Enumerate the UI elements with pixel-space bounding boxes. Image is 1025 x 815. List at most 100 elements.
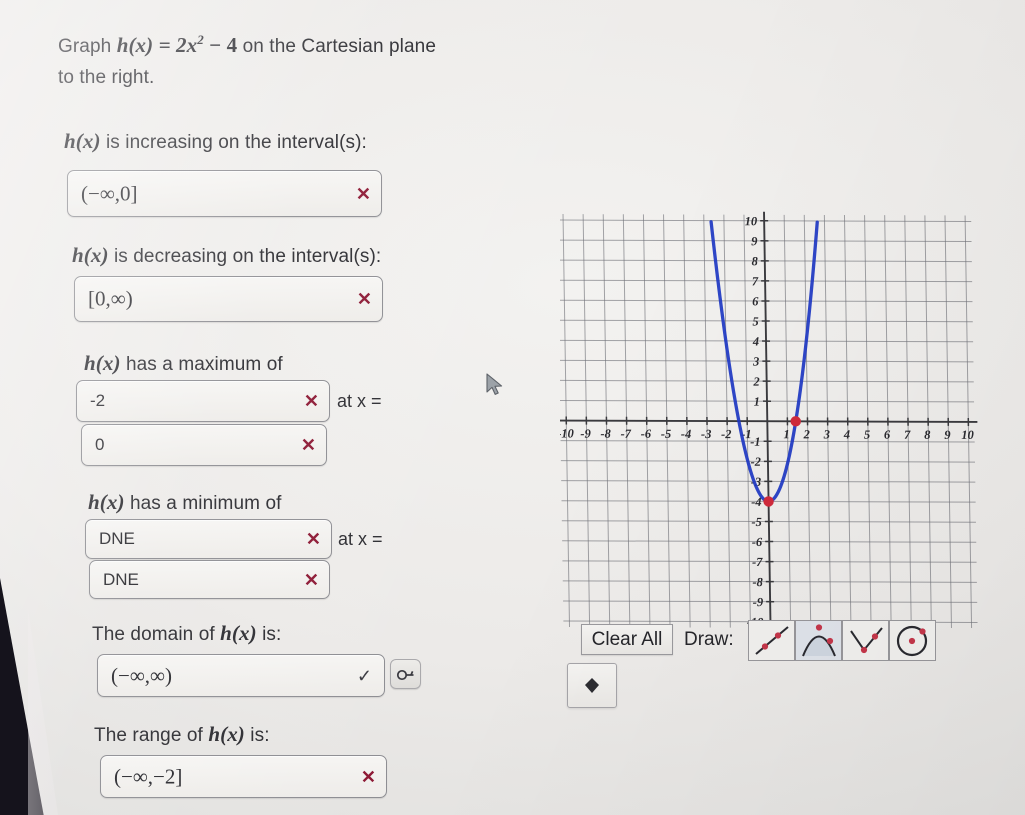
point-tool-button[interactable] (567, 663, 617, 708)
svg-text:-6: -6 (641, 427, 652, 441)
screenshot-photo: Graph h(x) = 2x2 − 4 on the Cartesian pl… (0, 0, 1025, 815)
domain-label-fn: h(x) (220, 621, 257, 645)
range-label-fn: h(x) (208, 722, 245, 746)
domain-answer-field[interactable]: (−∞,∞) ✓ (97, 654, 385, 697)
minimum-label-text: has a minimum of (124, 493, 282, 514)
minimum-x-clear-icon[interactable]: ✕ (304, 571, 319, 589)
absolute-value-tool-button[interactable] (842, 620, 889, 661)
minimum-label-fn: h(x) (88, 490, 125, 514)
question-panel: Graph h(x) = 2x2 − 4 on the Cartesian pl… (0, 0, 560, 815)
graph-svg[interactable]: -10 -9 -8 -7 -6 -5 -4 -3 -2 -1 1 2 3 4 5 6 7 8 9 1010987654… (560, 176, 1010, 628)
range-label-pre: The range of (94, 725, 209, 746)
maximum-value-clear-icon[interactable]: ✕ (304, 392, 319, 410)
svg-text:-10: -10 (560, 427, 575, 441)
svg-text:6: 6 (884, 428, 891, 442)
circle-tool-icon (896, 625, 927, 657)
svg-text:10: 10 (745, 214, 758, 228)
increasing-label-text: is increasing on the interval(s): (100, 132, 367, 153)
svg-text:3: 3 (823, 427, 830, 441)
domain-correct-icon: ✓ (356, 665, 372, 686)
increasing-clear-icon[interactable]: ✕ (356, 185, 371, 203)
svg-text:-5: -5 (661, 427, 672, 441)
svg-text:5: 5 (864, 428, 870, 442)
range-question-label: The range of h(x) is: (94, 721, 270, 749)
decreasing-answer-field[interactable]: [0,∞) ✕ (74, 276, 383, 322)
svg-text:3: 3 (752, 355, 759, 369)
mouse-cursor (486, 373, 503, 395)
decreasing-label-text: is decreasing on the interval(s): (108, 246, 382, 267)
decreasing-question-label: h(x) is decreasing on the interval(s): (72, 242, 381, 270)
domain-question-label: The domain of h(x) is: (92, 620, 281, 648)
minimum-at-x-label: at x = (338, 529, 383, 549)
svg-text:-7: -7 (752, 555, 763, 569)
minimum-x-value: DNE (103, 569, 139, 589)
svg-text:-2: -2 (750, 455, 761, 469)
line-tool-icon (754, 626, 789, 655)
svg-text:10: 10 (961, 428, 974, 442)
domain-answer-value: (−∞,∞) (111, 663, 173, 687)
svg-text:8: 8 (924, 428, 931, 442)
circle-tool-button[interactable] (889, 620, 936, 661)
clear-all-button[interactable]: Clear All (581, 624, 673, 655)
increasing-answer-field[interactable]: (−∞,0] ✕ (67, 170, 382, 217)
svg-text:6: 6 (752, 294, 759, 308)
svg-text:7: 7 (904, 428, 911, 442)
maximum-label-text: has a maximum of (120, 354, 283, 375)
problem-prompt-line1: Graph h(x) = 2x2 − 4 on the Cartesian pl… (58, 27, 436, 60)
svg-text:2: 2 (752, 375, 759, 389)
maximum-value: -2 (90, 391, 106, 410)
range-label-post: is: (244, 725, 270, 746)
problem-prompt-line2: to the right. (58, 67, 155, 88)
svg-text:1: 1 (783, 427, 789, 441)
domain-label-post: is: (256, 624, 282, 645)
range-answer-field[interactable]: (−∞,−2] ✕ (100, 755, 387, 798)
line-tool-button[interactable] (748, 620, 795, 661)
parabola-tool-button[interactable] (795, 620, 842, 661)
decreasing-answer-value: [0,∞) (88, 286, 133, 311)
domain-key-button[interactable] (390, 659, 421, 689)
maximum-x-value: 0 (95, 435, 105, 454)
svg-text:-3: -3 (701, 427, 712, 441)
increasing-label-fn: h(x) (64, 129, 101, 153)
svg-text:-2: -2 (721, 427, 732, 441)
minimum-value: DNE (99, 529, 135, 548)
domain-label-pre: The domain of (92, 624, 221, 645)
decreasing-clear-icon[interactable]: ✕ (357, 290, 372, 308)
prompt-prefix: Graph (58, 36, 117, 57)
svg-text:-5: -5 (751, 515, 762, 529)
maximum-x-field[interactable]: 0 ✕ (81, 424, 327, 466)
svg-text:-7: -7 (620, 427, 631, 441)
svg-text:8: 8 (751, 254, 758, 268)
prompt-function: h(x) = 2x2 − 4 (116, 32, 238, 57)
absolute-value-tool-icon (849, 627, 883, 654)
svg-text:-6: -6 (752, 535, 763, 549)
minimum-value-clear-icon[interactable]: ✕ (306, 530, 321, 548)
svg-text:-9: -9 (580, 427, 591, 441)
svg-text:-9: -9 (753, 595, 764, 609)
maximum-label-fn: h(x) (84, 351, 121, 375)
decreasing-label-fn: h(x) (72, 243, 109, 267)
svg-text:1: 1 (754, 395, 760, 409)
svg-text:9: 9 (751, 234, 758, 248)
maximum-x-clear-icon[interactable]: ✕ (301, 436, 316, 454)
key-icon (396, 669, 414, 680)
minimum-value-field[interactable]: DNE ✕ (85, 519, 332, 559)
svg-text:-8: -8 (752, 575, 763, 589)
prompt-suffix: on the Cartesian plane (237, 36, 436, 57)
range-answer-value: (−∞,−2] (114, 764, 183, 788)
range-clear-icon[interactable]: ✕ (361, 768, 376, 786)
svg-text:5: 5 (752, 314, 758, 328)
svg-text:-1: -1 (750, 435, 761, 449)
draw-label: Draw: (684, 629, 734, 650)
svg-text:4: 4 (752, 335, 759, 349)
minimum-x-field[interactable]: DNE ✕ (89, 560, 330, 599)
svg-text:7: 7 (752, 274, 759, 288)
svg-text:-4: -4 (681, 427, 692, 441)
svg-text:-8: -8 (600, 427, 611, 441)
increasing-question-label: h(x) is increasing on the interval(s): (64, 128, 367, 156)
maximum-value-field[interactable]: -2 ✕ (76, 380, 330, 422)
svg-text:4: 4 (843, 428, 850, 442)
maximum-at-x-label: at x = (337, 391, 382, 411)
cartesian-plane-graph[interactable]: -10 -9 -8 -7 -6 -5 -4 -3 -2 -1 1 2 3 4 5 6 7 8 9 10 10 9 8 7 6 5 4… (560, 176, 1010, 628)
parabola-tool-icon (801, 624, 836, 657)
